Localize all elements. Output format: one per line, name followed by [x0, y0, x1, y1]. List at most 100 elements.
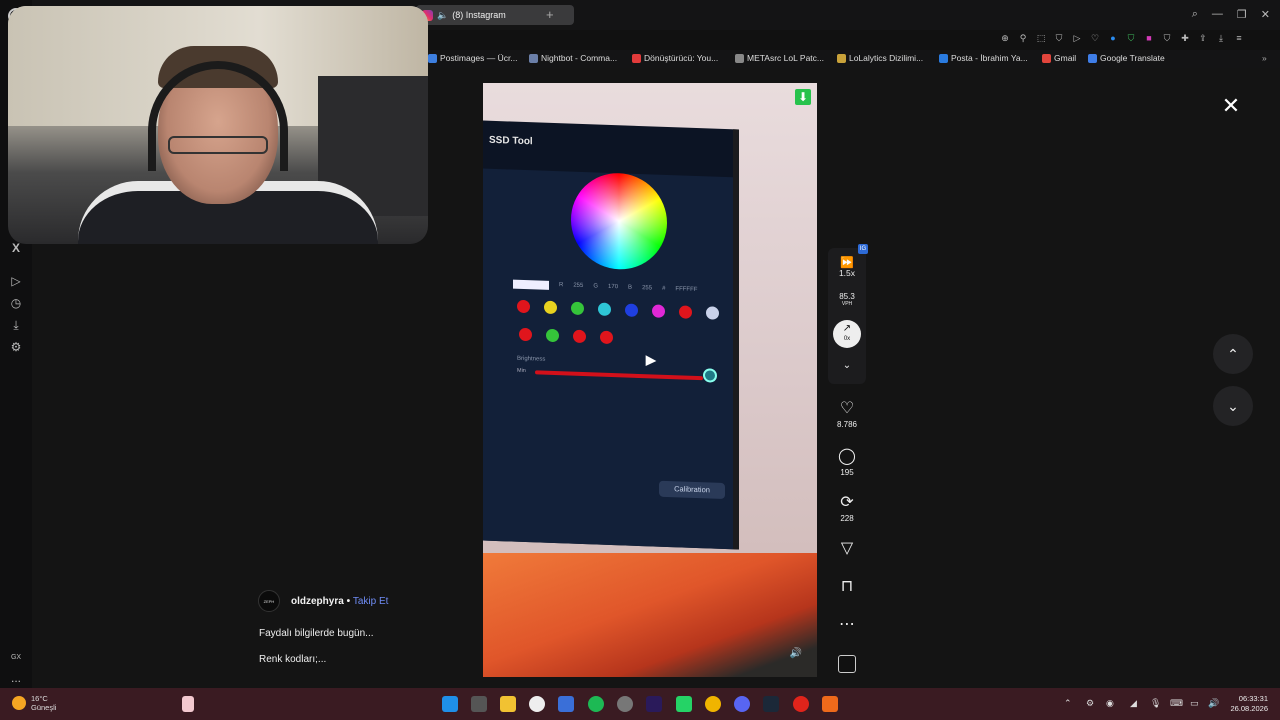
- download-icon[interactable]: ⤓: [1216, 33, 1226, 43]
- history-icon[interactable]: ◷: [8, 295, 24, 311]
- bookmark-nightbot[interactable]: Nightbot - Comma...: [529, 53, 617, 63]
- clock[interactable]: 06:33:31 26.08.2026: [1230, 694, 1268, 714]
- bookmark-label: Posta - İbrahim Ya...: [951, 53, 1028, 63]
- weather-widget[interactable]: 16°C Güneşli: [12, 694, 56, 712]
- play-icon[interactable]: ▷: [1072, 33, 1082, 43]
- zoom-icon[interactable]: ⊕: [1000, 33, 1010, 43]
- bookmark-favicon-icon: [1042, 53, 1051, 63]
- like-count: 8.786: [836, 420, 858, 429]
- chevron-down-icon[interactable]: ⌄: [828, 360, 866, 371]
- chatgpt-icon[interactable]: [617, 696, 633, 712]
- obs-icon[interactable]: [529, 696, 545, 712]
- min-label: Min: [517, 367, 526, 375]
- downloads-icon[interactable]: ⤓: [8, 317, 24, 333]
- start-icon[interactable]: [442, 696, 458, 712]
- caption-line-2[interactable]: Renk kodları;...: [259, 654, 326, 665]
- restore-button[interactable]: ❐: [1237, 8, 1247, 21]
- color-swatch: [598, 302, 611, 316]
- bookmark-label: LoLalytics Dizilimi...: [849, 53, 924, 63]
- color-swatch: [625, 303, 638, 317]
- heart-icon: ♡: [839, 400, 855, 417]
- next-reel-button[interactable]: ⌄: [1213, 386, 1253, 426]
- minimize-button[interactable]: —: [1212, 8, 1223, 21]
- speed-label[interactable]: 1.5x: [828, 268, 866, 278]
- bookmark-google-translate[interactable]: Google Translate: [1088, 53, 1165, 63]
- tray-overflow-icon[interactable]: ⌃: [1064, 698, 1072, 709]
- repost-icon: ⟳: [840, 494, 854, 511]
- microphone-icon[interactable]: 🎙: [1150, 698, 1161, 709]
- player-icon[interactable]: ▷: [8, 273, 24, 289]
- keyboard-icon[interactable]: ⌨: [1170, 698, 1183, 709]
- heart-icon[interactable]: ♡: [1090, 33, 1100, 43]
- gx-label: GX: [10, 654, 22, 661]
- opera-gx-icon[interactable]: [793, 696, 809, 712]
- trend-button[interactable]: ↗ 0x: [833, 320, 861, 348]
- color-swatch: [600, 330, 613, 345]
- download-video-icon[interactable]: ⬇: [795, 89, 811, 105]
- bookmarks-overflow-icon[interactable]: »: [1262, 53, 1267, 63]
- volume-tray-icon[interactable]: 🔊: [1208, 698, 1219, 709]
- premiere-icon[interactable]: [646, 696, 662, 712]
- share-button[interactable]: ▽: [832, 540, 862, 558]
- share-icon[interactable]: ⇪: [1198, 33, 1208, 43]
- g-value: 170: [608, 283, 619, 291]
- whatsapp-icon[interactable]: [676, 696, 692, 712]
- shield-icon[interactable]: ⛉: [1054, 33, 1064, 43]
- bookmark-postimages[interactable]: Postimages — Ücr...: [428, 53, 517, 63]
- close-icon[interactable]: ✕: [1219, 94, 1243, 118]
- search-tabs-icon[interactable]: ⌕: [1192, 8, 1198, 21]
- bookmark-favicon-icon: [837, 53, 846, 63]
- more-options-button[interactable]: ⋯: [832, 616, 862, 634]
- spotify-icon[interactable]: [588, 696, 604, 712]
- menu-icon[interactable]: ≡: [1234, 33, 1244, 43]
- color-swatch: [571, 301, 584, 316]
- snapshot-icon[interactable]: ⬚: [1036, 33, 1046, 43]
- audio-avatar[interactable]: [838, 655, 856, 673]
- chrome-icon[interactable]: [705, 696, 721, 712]
- extensions-icon[interactable]: ✚: [1180, 33, 1190, 43]
- network-icon[interactable]: ▭: [1190, 698, 1199, 709]
- repost-button[interactable]: ⟳ 228: [832, 494, 862, 523]
- previous-reel-button[interactable]: ⌃: [1213, 334, 1253, 374]
- bookmark-label: METAsrc LoL Patc...: [747, 53, 824, 63]
- comment-button[interactable]: ◯ 195: [832, 448, 862, 477]
- brightness-slider: [535, 370, 703, 381]
- username[interactable]: oldzephyra: [291, 596, 344, 607]
- color-swatch: [679, 305, 692, 319]
- follow-button[interactable]: Takip Et: [353, 596, 389, 607]
- file-explorer-icon[interactable]: [500, 696, 516, 712]
- pin-icon[interactable]: ⚲: [1018, 33, 1028, 43]
- tray-blade-icon[interactable]: ◢: [1130, 698, 1137, 709]
- tray-app-icon[interactable]: ⚙: [1086, 698, 1094, 709]
- extension-vpn-icon[interactable]: ●: [1108, 33, 1118, 43]
- speaker-icon[interactable]: 🔈: [437, 10, 448, 21]
- extension-shield-icon[interactable]: ⛉: [1126, 33, 1136, 43]
- reel-video[interactable]: ⬇ SSD Tool R 255 G 170 B 255 # FFFFFF Br…: [483, 83, 817, 677]
- save-button[interactable]: ⊓: [832, 578, 862, 596]
- bookmark-gmail[interactable]: Gmail: [1042, 53, 1076, 63]
- app-icon[interactable]: [558, 696, 574, 712]
- color-swatch: [706, 306, 719, 320]
- extension-lock-icon[interactable]: ⛉: [1162, 33, 1172, 43]
- new-tab-button[interactable]: +: [546, 8, 554, 22]
- discord-icon[interactable]: [734, 696, 750, 712]
- pinned-note-icon[interactable]: [182, 696, 194, 712]
- bookmark-donusturucu[interactable]: Dönüştürücü: You...: [632, 53, 718, 63]
- task-view-icon[interactable]: [471, 696, 487, 712]
- close-window-button[interactable]: ✕: [1261, 8, 1270, 21]
- avatar[interactable]: ZEPH: [258, 590, 280, 612]
- steam-icon[interactable]: [763, 696, 779, 712]
- bookmark-lolalytics[interactable]: LoLalytics Dizilimi...: [837, 53, 923, 63]
- ssd-tool-panel: R 255 G 170 B 255 # FFFFFF Brightness Mi…: [483, 168, 733, 550]
- bookmark-posta[interactable]: Posta - İbrahim Ya...: [939, 53, 1028, 63]
- bookmark-metasrc[interactable]: METAsrc LoL Patc...: [735, 53, 824, 63]
- brightness-label: Brightness: [517, 355, 546, 363]
- extension-twitch-icon[interactable]: ■: [1144, 33, 1154, 43]
- more-icon[interactable]: ...: [8, 670, 24, 686]
- volume-icon[interactable]: 🔊: [789, 647, 803, 661]
- play-icon[interactable]: ▶: [642, 350, 660, 369]
- tray-steam-icon[interactable]: ◉: [1106, 698, 1114, 709]
- app-icon-orange[interactable]: [822, 696, 838, 712]
- settings-icon[interactable]: ⚙: [8, 339, 24, 355]
- like-button[interactable]: ♡ 8.786: [832, 400, 862, 429]
